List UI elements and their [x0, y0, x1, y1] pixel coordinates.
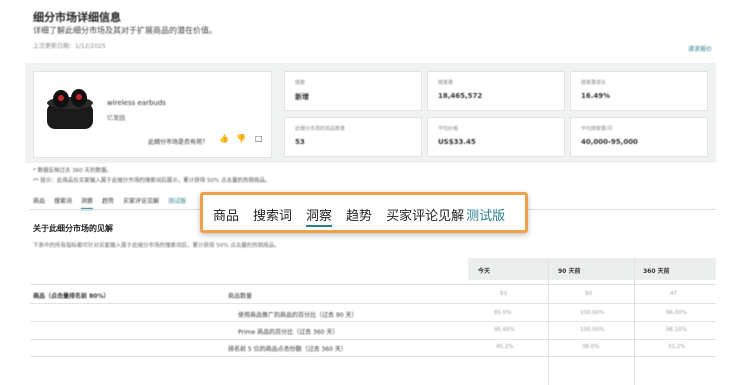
tab-products[interactable]: 商品: [33, 196, 45, 210]
table-cell: 100.00%: [580, 310, 605, 316]
metric-card: 平均价格 US$33.45: [427, 117, 565, 157]
row-label: 排名前 5 位的商品点击份额（过去 360 天）: [228, 346, 347, 353]
earbuds-image: [45, 85, 95, 131]
row-group-label: 商品（点击量排名前 80%）: [33, 293, 110, 300]
metric-value: 新增: [295, 93, 309, 101]
metric-label: 搜索量增长: [581, 80, 607, 86]
metric-value: US$33.45: [438, 138, 476, 146]
useful-question: 此细分市场是否有用？: [148, 139, 209, 146]
metric-label: 此细分市场的商品数量: [295, 126, 346, 132]
last-updated: 上次更新日期：1/12/2025: [33, 43, 106, 50]
row-label: Prime 商品的百分比（过去 360 天）: [238, 329, 339, 336]
metric-card: 搜索量 18,465,572: [427, 71, 565, 111]
row-divider: [30, 356, 716, 357]
metric-card: 搜索量增长 16.49%: [570, 71, 708, 111]
metric-value: 18,465,572: [438, 92, 483, 100]
table-header: 今天 90 天前 360 天前: [468, 258, 716, 280]
row-divider: [30, 339, 716, 340]
table-cell: 100.00%: [580, 327, 605, 333]
footnote: ** 提示：此商品在买家输入属于此细分市场的搜索词后展示，累计获得 50% 点击…: [33, 178, 271, 184]
column-header: 90 天前: [558, 268, 581, 275]
beta-label: 测试版: [466, 209, 506, 224]
table-cell: 95.60%: [494, 327, 515, 333]
table-cell: 50: [585, 291, 592, 297]
highlighted-tab-bar: 商品 搜索词 洞察 趋势 买家评论见解 测试版: [200, 192, 528, 233]
column-header: 今天: [478, 268, 491, 275]
tab-trends[interactable]: 趋势: [102, 196, 114, 210]
row-divider: [30, 321, 716, 322]
row-divider: [30, 284, 716, 285]
tab-insights[interactable]: 洞察: [81, 196, 94, 210]
comment-icon[interactable]: □: [255, 134, 263, 143]
table-cell: 45.2%: [496, 344, 514, 350]
tab-search-terms[interactable]: 搜索词: [54, 196, 72, 210]
tab-bar: 商品 搜索词 洞察 趋势 买家评论见解 测试版: [33, 196, 186, 210]
column-header: 360 天前: [643, 268, 670, 275]
metric-card: 此细分市场的商品数量 53: [284, 117, 422, 157]
metric-label: 平均价格: [438, 126, 459, 132]
metric-card: 平均搜索量/月 40,000-95,000: [570, 117, 708, 157]
tab-review-insights[interactable]: 买家评论见解: [123, 196, 159, 210]
page-title: 细分市场详细信息: [33, 11, 121, 24]
product-name: wireless earbuds: [107, 99, 166, 107]
footnote: * 数据反映过去 360 天的数据。: [33, 168, 112, 174]
metric-value: 40,000-95,000: [581, 138, 638, 146]
tab-review-insights[interactable]: 买家评论见解: [386, 205, 464, 227]
request-link[interactable]: 请求报价: [688, 44, 712, 53]
table-cell: 38.0%: [582, 344, 600, 350]
page-subtitle: 详细了解此细分市场及其对于扩展商品的潜在价值。: [33, 26, 217, 35]
thumbs-up-icon[interactable]: 👍: [219, 134, 229, 143]
product-brand: 亿发园: [107, 115, 126, 122]
table-cell: 31.2%: [668, 344, 686, 350]
tab-search-terms[interactable]: 搜索词: [253, 205, 292, 227]
table-cell: 85.0%: [494, 310, 512, 316]
table-cell: 98.10%: [666, 327, 687, 333]
beta-label: 测试版: [168, 198, 187, 205]
table-cell: 96.00%: [666, 310, 687, 316]
metric-label: 平均搜索量/月: [581, 126, 613, 132]
row-label: 使用商品推广的商品的百分比（过去 90 天）: [238, 312, 358, 319]
section-title: 关于此细分市场的见解: [33, 224, 113, 233]
row-divider: [30, 303, 716, 304]
tab-insights[interactable]: 洞察: [306, 205, 333, 227]
thumbs-down-icon[interactable]: 👎: [236, 134, 246, 143]
tab-trends[interactable]: 趋势: [346, 205, 372, 227]
metric-card: 搜索 新增: [284, 71, 422, 111]
metric-value: 53: [295, 138, 305, 146]
metric-value: 16.49%: [581, 92, 611, 100]
row-label: 商品数量: [228, 293, 253, 300]
tab-products[interactable]: 商品: [213, 205, 239, 227]
table-cell: 53: [500, 291, 507, 297]
metric-label: 搜索: [295, 80, 306, 86]
section-description: 下表中的所有指标都可针对买家输入属于此细分市场的搜索词后，累计获得 50% 点击…: [33, 243, 280, 249]
metric-label: 搜索量: [438, 80, 454, 86]
table-cell: 47: [670, 291, 677, 297]
